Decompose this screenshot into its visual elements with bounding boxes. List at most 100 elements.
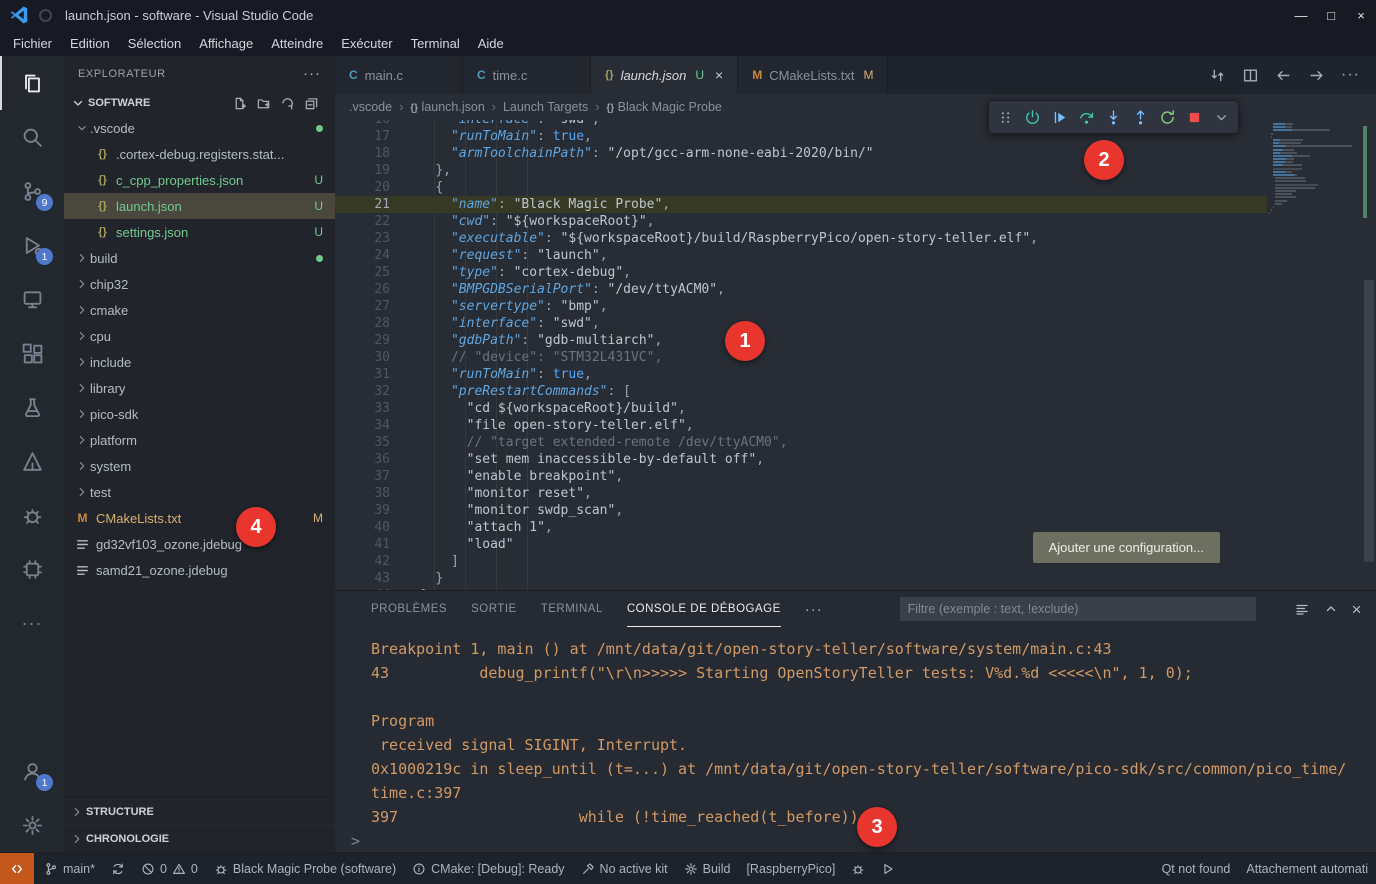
- status-cmake-target[interactable]: [RaspberryPico]: [738, 853, 843, 884]
- more-actions-button[interactable]: ···: [1341, 66, 1360, 84]
- tree-item-cmake[interactable]: cmake: [64, 297, 335, 323]
- activity-accounts[interactable]: 1: [0, 744, 64, 798]
- tab-time-c[interactable]: Ctime.c: [463, 56, 591, 94]
- menu-affichage[interactable]: Affichage: [190, 36, 262, 51]
- status-cmake-status[interactable]: CMake: [Debug]: Ready: [404, 853, 572, 884]
- dropdown-button[interactable]: [1208, 103, 1235, 131]
- add-configuration-button[interactable]: Ajouter une configuration...: [1033, 532, 1220, 563]
- status-remote-indicator[interactable]: [0, 853, 34, 884]
- tab-main-c[interactable]: Cmain.c: [335, 56, 463, 94]
- tab-cmakelists-txt[interactable]: MCMakeLists.txtM: [738, 56, 888, 94]
- activity-run-and-debug[interactable]: 1: [0, 218, 64, 272]
- tree-item-launch-json[interactable]: {}launch.jsonU: [64, 193, 335, 219]
- activity-cmake[interactable]: [0, 434, 64, 488]
- status-cmake-kit[interactable]: No active kit: [573, 853, 676, 884]
- breadcrumb-item-vscode[interactable]: .vscode: [349, 100, 392, 114]
- section-header-structure[interactable]: STRUCTURE: [64, 798, 335, 825]
- more-actions-icon[interactable]: ···: [303, 65, 321, 82]
- tree-item-vscode[interactable]: .vscode: [64, 115, 335, 141]
- clear-console-button[interactable]: [1294, 601, 1310, 617]
- activity-testing[interactable]: [0, 380, 64, 434]
- status-cmake-debug[interactable]: [843, 853, 873, 884]
- navigate-back-button[interactable]: [1275, 67, 1292, 84]
- maximize-panel-button[interactable]: [1323, 601, 1339, 617]
- tree-item-gd32vf103-ozone-jdebug[interactable]: gd32vf103_ozone.jdebug: [64, 531, 335, 557]
- activity-search[interactable]: [0, 110, 64, 164]
- panel-tab-terminal[interactable]: TERMINAL: [541, 591, 603, 627]
- tab-launch-json[interactable]: {}launch.jsonU×: [591, 56, 738, 94]
- continue-button[interactable]: [1046, 103, 1073, 131]
- stop-button[interactable]: [1181, 103, 1208, 131]
- panel-tab-sortie[interactable]: SORTIE: [471, 591, 517, 627]
- section-header-software[interactable]: SOFTWARE: [64, 91, 335, 115]
- tree-item-platform[interactable]: platform: [64, 427, 335, 453]
- tree-item-cmakelists-txt[interactable]: MCMakeLists.txtM: [64, 505, 335, 531]
- editor-scrollbar[interactable]: [1362, 120, 1376, 590]
- section-header-chronologie[interactable]: CHRONOLOGIE: [64, 825, 335, 852]
- tree-item-c-cpp-properties-json[interactable]: {}c_cpp_properties.jsonU: [64, 167, 335, 193]
- code-area[interactable]: 16 "interface": "swd",17 "runToMain": tr…: [335, 120, 1267, 590]
- new-file-button[interactable]: [232, 96, 247, 111]
- status-qt-status[interactable]: Qt not found: [1154, 853, 1239, 884]
- activity-serial-monitor[interactable]: [0, 542, 64, 596]
- activity-extensions[interactable]: [0, 326, 64, 380]
- power-button[interactable]: [1019, 103, 1046, 131]
- status-cmake-build[interactable]: Build: [676, 853, 739, 884]
- more-actions-icon[interactable]: ···: [805, 601, 823, 618]
- activity-cortex-debug[interactable]: [0, 488, 64, 542]
- debug-console-prompt[interactable]: >: [351, 832, 360, 850]
- new-folder-button[interactable]: [256, 96, 271, 111]
- close-tab-icon[interactable]: ×: [715, 67, 723, 83]
- debug-console-output[interactable]: Breakpoint 1, main () at /mnt/data/git/o…: [335, 627, 1376, 852]
- refresh-explorer-button[interactable]: [280, 96, 295, 111]
- tree-item-samd21-ozone-jdebug[interactable]: samd21_ozone.jdebug: [64, 557, 335, 583]
- tree-item-library[interactable]: library: [64, 375, 335, 401]
- menu-executer[interactable]: Exécuter: [332, 36, 401, 51]
- tree-item-settings-json[interactable]: {}settings.jsonU: [64, 219, 335, 245]
- activity-settings[interactable]: [0, 798, 64, 852]
- activity-explorer[interactable]: [0, 56, 64, 110]
- status-debug-config[interactable]: Black Magic Probe (software): [206, 853, 404, 884]
- navigate-forward-button[interactable]: [1308, 67, 1325, 84]
- close-button[interactable]: ×: [1346, 0, 1376, 30]
- step-over-button[interactable]: [1073, 103, 1100, 131]
- tree-item-cortex-debug-registers-stat[interactable]: {}.cortex-debug.registers.stat...: [64, 141, 335, 167]
- collapse-folders-button[interactable]: [304, 96, 319, 111]
- breadcrumb-item-launch-targets[interactable]: Launch Targets: [503, 100, 588, 114]
- menu-fichier[interactable]: Fichier: [4, 36, 61, 51]
- breadcrumb-item-launch-json[interactable]: {} launch.json: [410, 100, 485, 114]
- tree-item-build[interactable]: build: [64, 245, 335, 271]
- step-out-button[interactable]: [1127, 103, 1154, 131]
- breadcrumb-item-black-magic-probe[interactable]: {} Black Magic Probe: [606, 100, 721, 114]
- split-editor-button[interactable]: [1242, 67, 1259, 84]
- maximize-button[interactable]: □: [1316, 0, 1346, 30]
- tree-item-include[interactable]: include: [64, 349, 335, 375]
- minimize-button[interactable]: —: [1286, 0, 1316, 30]
- tree-item-cpu[interactable]: cpu: [64, 323, 335, 349]
- compare-changes-button[interactable]: [1209, 67, 1226, 84]
- console-filter-input[interactable]: [900, 597, 1256, 621]
- minimap[interactable]: [1267, 120, 1362, 590]
- status-git-branch[interactable]: main*: [36, 853, 103, 884]
- menu-atteindre[interactable]: Atteindre: [262, 36, 332, 51]
- status-cmake-launch[interactable]: [873, 853, 903, 884]
- activity-source-control[interactable]: 9: [0, 164, 64, 218]
- menu-aide[interactable]: Aide: [469, 36, 513, 51]
- panel-tab-console-de-debogage[interactable]: CONSOLE DE DÉBOGAGE: [627, 591, 781, 627]
- gripper-button[interactable]: [992, 103, 1019, 131]
- close-panel-button[interactable]: ×: [1352, 601, 1362, 618]
- activity-more-views[interactable]: ···: [0, 596, 64, 650]
- activity-remote-explorer[interactable]: [0, 272, 64, 326]
- status-sync[interactable]: [103, 853, 133, 884]
- tree-item-test[interactable]: test: [64, 479, 335, 505]
- scrollbar-thumb[interactable]: [1364, 280, 1374, 562]
- panel-tab-problemes[interactable]: PROBLÈMES: [371, 591, 447, 627]
- restart-button[interactable]: [1154, 103, 1181, 131]
- tree-item-pico-sdk[interactable]: pico-sdk: [64, 401, 335, 427]
- step-into-button[interactable]: [1100, 103, 1127, 131]
- status-problems[interactable]: 00: [133, 853, 206, 884]
- menu-terminal[interactable]: Terminal: [402, 36, 469, 51]
- menu-selection[interactable]: Sélection: [119, 36, 190, 51]
- tree-item-chip32[interactable]: chip32: [64, 271, 335, 297]
- tree-item-system[interactable]: system: [64, 453, 335, 479]
